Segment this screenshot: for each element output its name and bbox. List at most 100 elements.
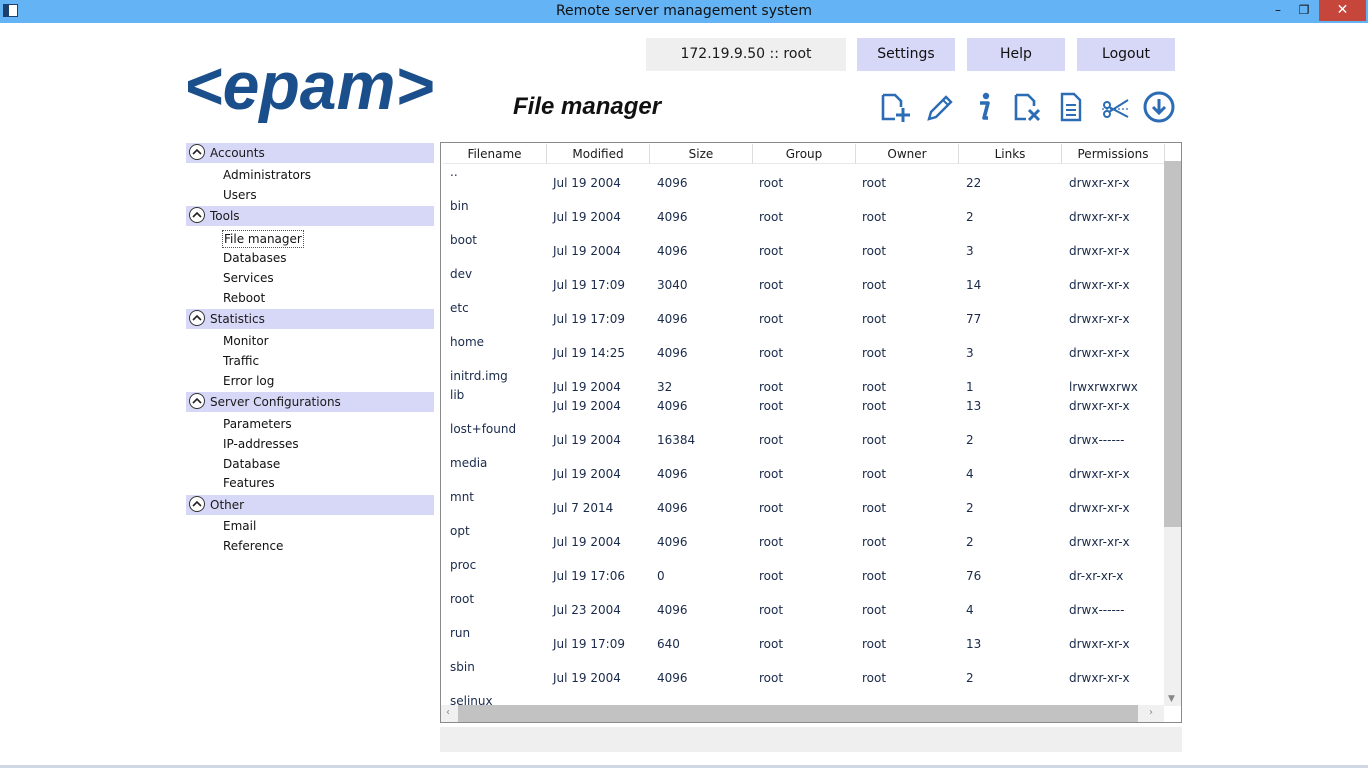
column-header-owner[interactable]: Owner [856,144,959,164]
cell-group: root [759,399,784,413]
cell-links: 2 [966,210,974,224]
vertical-scrollbar[interactable]: ▼ [1164,161,1181,706]
cell-group: root [759,535,784,549]
sidebar-item-features[interactable]: Features [223,475,275,491]
table-row[interactable]: dev Jul 19 17:09 3040 root root 14 drwxr-xr-x [441,267,1163,301]
sidebar-item-email[interactable]: Email [223,518,256,534]
cell-owner: root [862,671,887,685]
vertical-scroll-thumb[interactable] [1164,161,1181,527]
cell-owner: root [862,278,887,292]
sidebar-item-reference[interactable]: Reference [223,538,283,554]
cell-group: root [759,671,784,685]
sidebar-item-monitor[interactable]: Monitor [223,333,269,349]
column-header-modified[interactable]: Modified [547,144,650,164]
cell-links: 22 [966,176,982,190]
sidebar-item-services[interactable]: Services [223,270,274,286]
sidebar-item-ip-addresses[interactable]: IP-addresses [223,436,299,452]
table-header: Filename Modified Size Group Owner Links… [443,144,1165,164]
close-button[interactable]: ✕ [1319,0,1366,21]
cell-filename: .. [450,165,458,179]
table-row[interactable]: lost+found Jul 19 2004 16384 root root 2 drwx-… [441,422,1163,456]
cell-permissions: drwxr-xr-x [1069,346,1130,360]
cell-links: 13 [966,399,982,413]
table-row[interactable]: selinux [441,694,1163,705]
cell-filename: bin [450,199,469,213]
settings-button[interactable]: Settings [857,38,955,71]
cell-modified: Jul 19 2004 [553,535,621,549]
sidebar-section-accounts[interactable]: Accounts [186,143,434,163]
maximize-button[interactable]: ❐ [1290,0,1318,21]
cell-filename: media [450,456,488,470]
table-row[interactable]: proc Jul 19 17:06 0 root root 76 dr-xr-xr-x [441,558,1163,592]
cell-filename: boot [450,233,478,247]
new-file-icon[interactable] [877,90,911,124]
table-row[interactable]: mnt Jul 7 2014 4096 root root 2 drwxr-xr-x [441,490,1163,524]
column-header-links[interactable]: Links [959,144,1062,164]
cell-owner: root [862,433,887,447]
cell-owner: root [862,176,887,190]
scroll-down-arrow-icon[interactable]: ▼ [1168,694,1175,704]
cell-owner: root [862,346,887,360]
cell-owner: root [862,399,887,413]
table-row[interactable]: root Jul 23 2004 4096 root root 4 drwx------ [441,592,1163,626]
cell-filename: proc [450,558,477,572]
cell-modified: Jul 19 17:09 [553,312,625,326]
sidebar-item-error-log[interactable]: Error log [223,373,274,389]
help-button[interactable]: Help [967,38,1065,71]
cell-filename: root [450,592,475,606]
sidebar-item-reboot[interactable]: Reboot [223,290,265,306]
scroll-right-arrow-icon[interactable]: › [1149,707,1153,718]
cell-permissions: drwxr-xr-x [1069,501,1130,515]
sidebar-section-label: Accounts [210,146,265,160]
table-row[interactable]: home Jul 19 14:25 4096 root root 3 drwxr-xr-x [441,335,1163,369]
sidebar-section-statistics[interactable]: Statistics [186,309,434,329]
table-row[interactable]: run Jul 19 17:09 640 root root 13 drwxr-xr-x [441,626,1163,660]
table-row[interactable]: .. Jul 19 2004 4096 root root 22 drwxr-xr-x [441,165,1163,199]
horizontal-scrollbar[interactable]: ‹ › [441,705,1164,722]
table-row[interactable]: etc Jul 19 17:09 4096 root root 77 drwxr-xr-x [441,301,1163,335]
cut-scissors-icon[interactable] [1098,90,1132,124]
sidebar-section-tools[interactable]: Tools [186,206,434,226]
cell-modified: Jul 19 17:06 [553,569,625,583]
sidebar-item-file-manager[interactable]: File manager [222,230,304,248]
sidebar-item-traffic[interactable]: Traffic [223,353,259,369]
file-table: Filename Modified Size Group Owner Links… [440,142,1182,723]
edit-pencil-icon[interactable] [922,90,956,124]
cell-modified: Jul 19 2004 [553,399,621,413]
sidebar-item-users[interactable]: Users [223,187,257,203]
cell-modified: Jul 19 2004 [553,210,621,224]
info-icon[interactable] [966,90,1000,124]
table-row[interactable]: opt Jul 19 2004 4096 root root 2 drwxr-xr-x [441,524,1163,558]
scroll-left-arrow-icon[interactable]: ‹ [446,707,450,718]
table-row[interactable]: media Jul 19 2004 4096 root root 4 drwxr-xr-x [441,456,1163,490]
table-row[interactable]: boot Jul 19 2004 4096 root root 3 drwxr-xr-x [441,233,1163,267]
cell-permissions: drwxr-xr-x [1069,671,1130,685]
minimize-button[interactable]: – [1264,0,1292,21]
delete-file-icon[interactable] [1010,90,1044,124]
table-row[interactable]: lib Jul 19 2004 4096 root root 13 drwxr-xr-x [441,388,1163,422]
document-icon[interactable] [1054,90,1088,124]
cell-size: 4096 [657,535,688,549]
download-icon[interactable] [1142,90,1176,124]
column-header-permissions[interactable]: Permissions [1062,144,1165,164]
column-header-group[interactable]: Group [753,144,856,164]
horizontal-scroll-thumb[interactable] [458,705,1138,722]
cell-owner: root [862,637,887,651]
column-header-size[interactable]: Size [650,144,753,164]
table-row[interactable]: sbin Jul 19 2004 4096 root root 2 drwxr-xr-x [441,660,1163,694]
sidebar-item-databases[interactable]: Databases [223,250,287,266]
cell-links: 76 [966,569,982,583]
table-row[interactable]: bin Jul 19 2004 4096 root root 2 drwxr-xr-x [441,199,1163,233]
column-header-filename[interactable]: Filename [443,144,547,164]
sidebar-item-administrators[interactable]: Administrators [223,167,311,183]
sidebar-item-database[interactable]: Database [223,456,280,472]
window-title: Remote server management system [555,3,813,19]
logout-button[interactable]: Logout [1077,38,1175,71]
cell-links: 2 [966,671,974,685]
cell-size: 4096 [657,346,688,360]
cell-size: 4096 [657,244,688,258]
cell-size: 3040 [657,278,688,292]
sidebar-section-server-configurations[interactable]: Server Configurations [186,392,434,412]
sidebar-section-other[interactable]: Other [186,495,434,515]
sidebar-item-parameters[interactable]: Parameters [223,416,292,432]
